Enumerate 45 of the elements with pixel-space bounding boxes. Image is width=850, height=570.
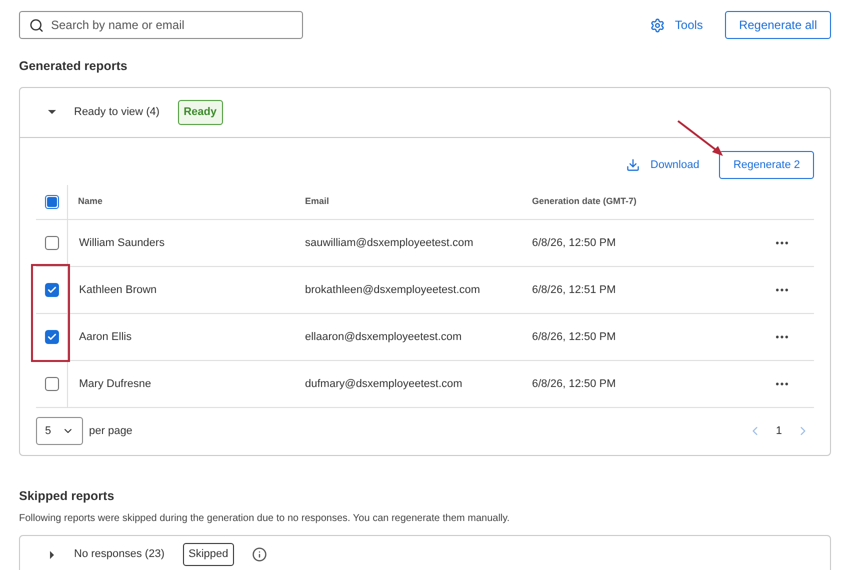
- tools-button[interactable]: Tools: [650, 16, 703, 34]
- download-button[interactable]: Download: [626, 156, 700, 173]
- info-icon[interactable]: [252, 547, 268, 562]
- checkbox[interactable]: [44, 236, 58, 250]
- check-icon: [46, 332, 56, 342]
- checkbox[interactable]: [44, 376, 58, 391]
- checkbox[interactable]: [44, 330, 58, 344]
- column-header: Name: [77, 195, 104, 208]
- table-cell-text: sauwilliam@dsxemployeetest.com: [304, 236, 474, 250]
- checkbox[interactable]: [44, 194, 58, 209]
- caret-icon[interactable]: [48, 550, 56, 558]
- regenerate-button[interactable]: Regenerate 2: [719, 150, 814, 179]
- table-cell-text: ellaaron@dsxemployeetest.com: [304, 330, 463, 344]
- search-input[interactable]: Search by name or email: [51, 16, 293, 34]
- per-page-label: per page: [89, 424, 132, 439]
- page-number: 1: [776, 424, 782, 439]
- group-label: No responses (23): [74, 547, 164, 562]
- search-field[interactable]: Search by name or email: [19, 11, 303, 39]
- download-icon: [626, 158, 640, 172]
- table-cell-text: Mary Dufresne: [78, 376, 152, 392]
- checkbox[interactable]: [44, 282, 58, 297]
- column-header: Generation date (GMT-7): [531, 195, 638, 208]
- table-cell-text: 6/8/26, 12:51 PM: [532, 282, 616, 298]
- section-description: Following reports were skipped during the generation due to no responses. You can regenerate them manually.: [19, 512, 511, 526]
- settings-icon: [650, 18, 665, 32]
- status-badge: Ready: [178, 100, 223, 124]
- group-label: Ready to view (4): [74, 105, 160, 120]
- table-cell-text: Aaron Ellis: [78, 330, 133, 344]
- table-cell-text: 6/8/26, 12:50 PM: [532, 376, 616, 392]
- table-cell-text: Kathleen Brown: [78, 282, 158, 298]
- table-cell-text: William Saunders: [78, 236, 166, 250]
- search-icon: [29, 18, 44, 32]
- table-cell-text: dufmary@dsxemployeetest.com: [304, 376, 464, 392]
- table-cell-text: 6/8/26, 12:50 PM: [532, 330, 616, 344]
- check-icon: [46, 284, 56, 295]
- section-title: Skipped reports: [19, 488, 116, 505]
- annotation-arrow: [676, 119, 726, 159]
- table-cell-text: brokathleen@dsxemployeetest.com: [304, 282, 482, 298]
- section-title: Generated reports: [19, 58, 128, 75]
- table-cell-text: 6/8/26, 12:50 PM: [532, 236, 616, 250]
- regenerate-all-button[interactable]: Regenerate all: [724, 11, 831, 39]
- caret-icon[interactable]: [48, 108, 56, 116]
- column-header: Email: [304, 195, 330, 208]
- status-badge: Skipped: [182, 543, 234, 566]
- page-size-select[interactable]: 5: [36, 417, 83, 446]
